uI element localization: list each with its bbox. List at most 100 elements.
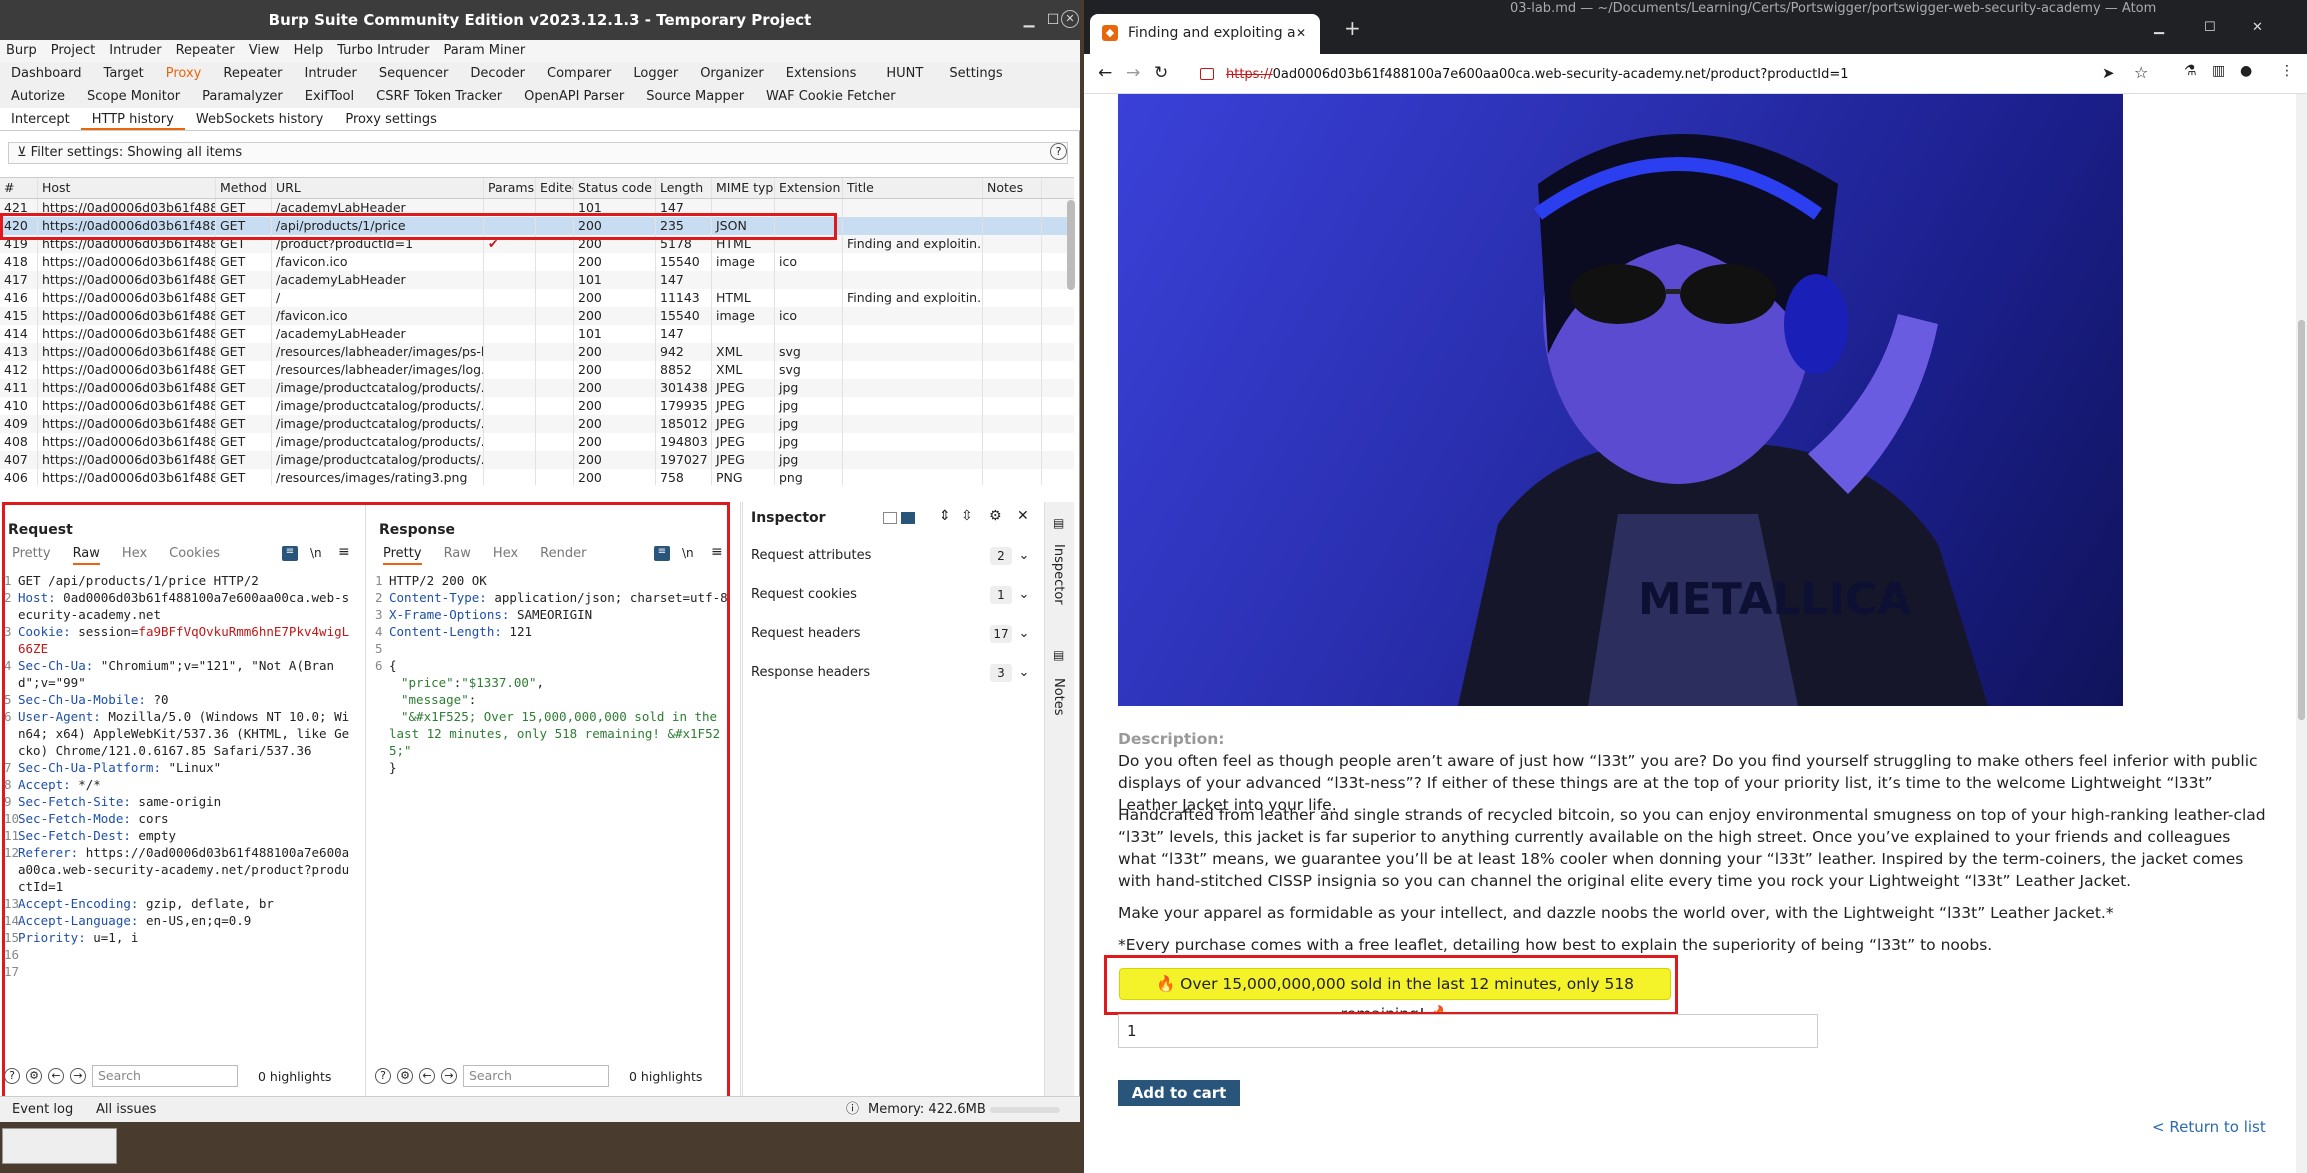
close-icon[interactable]: ✕ xyxy=(1061,10,1079,28)
desktop-thumbnail[interactable] xyxy=(2,1128,117,1164)
tab-decoder[interactable]: Decoder xyxy=(459,62,536,85)
table-row[interactable]: 418 https://0ad0006d03b61f488... GET/favic… xyxy=(0,253,1074,271)
table-row[interactable]: 417 https://0ad0006d03b61f488... GET/acade… xyxy=(0,271,1074,289)
minimize-icon[interactable]: ▁ xyxy=(2154,20,2164,35)
menu-item-project[interactable]: Project xyxy=(51,40,95,62)
close-icon[interactable]: ✕ xyxy=(2252,20,2263,35)
inspector-section[interactable]: Request cookies 1 ⌄ xyxy=(751,583,1036,607)
gear-icon[interactable]: ⚙ xyxy=(989,508,1002,524)
profile-icon[interactable]: ● xyxy=(2240,63,2252,79)
table-row[interactable]: 411 https://0ad0006d03b61f488... GET/image… xyxy=(0,379,1074,397)
tab-autorize[interactable]: Autorize xyxy=(0,85,76,108)
column-header[interactable]: Params xyxy=(484,178,536,198)
tab-repeater[interactable]: Repeater xyxy=(212,62,293,85)
inspector-section[interactable]: Response headers 3 ⌄ xyxy=(751,661,1036,685)
chevron-down-icon[interactable]: ⌄ xyxy=(1012,583,1036,607)
tab-exiftool[interactable]: ExifTool xyxy=(294,85,365,108)
kebab-menu-icon[interactable]: ⋮ xyxy=(2280,63,2294,79)
browser-scroll-thumb[interactable] xyxy=(2298,320,2305,720)
maximize-icon[interactable]: ☐ xyxy=(2204,20,2216,35)
menu-item-turbo-intruder[interactable]: Turbo Intruder xyxy=(337,40,429,62)
inspector-section[interactable]: Request headers 17 ⌄ xyxy=(751,622,1036,646)
history-scrollbar[interactable] xyxy=(1067,200,1075,290)
column-header[interactable]: URL xyxy=(272,178,484,198)
close-icon[interactable]: ✕ xyxy=(1017,508,1029,524)
tab-settings[interactable]: Settings xyxy=(938,62,1013,85)
help-icon[interactable]: ? xyxy=(1050,143,1067,160)
column-header[interactable]: # xyxy=(0,178,38,198)
column-header[interactable]: Length xyxy=(656,178,712,198)
tab-proxy[interactable]: Proxy xyxy=(155,62,213,85)
table-row[interactable]: 416 https://0ad0006d03b61f488... GET/ 200 11… xyxy=(0,289,1074,307)
table-row[interactable]: 407 https://0ad0006d03b61f488... GET/image… xyxy=(0,451,1074,469)
tab-target[interactable]: Target xyxy=(93,62,155,85)
menu-item-repeater[interactable]: Repeater xyxy=(176,40,235,62)
filter-bar[interactable]: ⊻ Filter settings: Showing all items xyxy=(8,142,1068,164)
expand-icon[interactable]: ⇕ xyxy=(939,508,951,524)
tab-logger[interactable]: Logger xyxy=(622,62,689,85)
menu-item-param-miner[interactable]: Param Miner xyxy=(443,40,525,62)
tab-extensions[interactable]: Extensions xyxy=(775,62,868,85)
back-arrow-icon[interactable]: ← xyxy=(1098,63,1112,83)
notes-side-tab[interactable]: Notes xyxy=(1051,678,1066,716)
tab-dashboard[interactable]: Dashboard xyxy=(0,62,93,85)
menu-item-intruder[interactable]: Intruder xyxy=(109,40,161,62)
table-row[interactable]: 412 https://0ad0006d03b61f488... GET/resou… xyxy=(0,361,1074,379)
subtab-http-history[interactable]: HTTP history xyxy=(80,108,185,130)
tab-csrf-token-tracker[interactable]: CSRF Token Tracker xyxy=(365,85,513,108)
subtab-intercept[interactable]: Intercept xyxy=(0,108,81,130)
inspector-layout-active-icon[interactable] xyxy=(901,512,915,524)
all-issues-link[interactable]: All issues xyxy=(96,1097,156,1123)
table-row[interactable]: 413 https://0ad0006d03b61f488... GET/resou… xyxy=(0,343,1074,361)
menu-item-help[interactable]: Help xyxy=(294,40,324,62)
column-header[interactable]: Status code xyxy=(574,178,656,198)
column-header[interactable]: Title xyxy=(843,178,983,198)
inspector-side-tab[interactable]: Inspector xyxy=(1051,544,1066,605)
chevron-down-icon[interactable]: ⌄ xyxy=(1012,622,1036,646)
collapse-icon[interactable]: ⇳ xyxy=(961,508,973,524)
address-bar[interactable]: https://0ad0006d03b61f488100a7e600aa00ca… xyxy=(1226,62,2206,88)
tab-hunt[interactable]: HUNT xyxy=(875,62,934,85)
column-header[interactable]: Method xyxy=(216,178,272,198)
subtab-proxy-settings[interactable]: Proxy settings xyxy=(334,108,448,130)
column-header[interactable]: Edited xyxy=(536,178,574,198)
minimize-icon[interactable]: ▁ xyxy=(1018,9,1040,31)
column-header[interactable]: Notes xyxy=(983,178,1042,198)
column-header[interactable]: Extension xyxy=(775,178,843,198)
quantity-input[interactable]: 1 xyxy=(1118,1014,1818,1048)
column-header[interactable]: Host xyxy=(38,178,216,198)
table-row[interactable]: 408 https://0ad0006d03b61f488... GET/image… xyxy=(0,433,1074,451)
tab-waf-cookie-fetcher[interactable]: WAF Cookie Fetcher xyxy=(755,85,907,108)
new-tab-icon[interactable]: + xyxy=(1344,16,1361,40)
event-log-link[interactable]: Event log xyxy=(12,1097,73,1123)
tab-intruder[interactable]: Intruder xyxy=(293,62,367,85)
menu-item-view[interactable]: View xyxy=(249,40,280,62)
reload-icon[interactable]: ↻ xyxy=(1154,63,1168,83)
add-to-cart-button[interactable]: Add to cart xyxy=(1118,1080,1240,1106)
tab-comparer[interactable]: Comparer xyxy=(536,62,622,85)
chevron-down-icon[interactable]: ⌄ xyxy=(1012,661,1036,685)
inspector-section[interactable]: Request attributes 2 ⌄ xyxy=(751,544,1036,568)
not-secure-icon[interactable] xyxy=(1200,68,1214,80)
subtab-websockets-history[interactable]: WebSockets history xyxy=(185,108,334,130)
tab-close-icon[interactable]: ✕ xyxy=(1296,14,1306,52)
column-header[interactable]: MIME type xyxy=(712,178,775,198)
tab-sequencer[interactable]: Sequencer xyxy=(368,62,459,85)
tab-organizer[interactable]: Organizer xyxy=(689,62,775,85)
table-row[interactable]: 406 https://0ad0006d03b61f488... GET/resou… xyxy=(0,469,1074,485)
table-row[interactable]: 410 https://0ad0006d03b61f488... GET/image… xyxy=(0,397,1074,415)
extension-icon[interactable]: ⚗ xyxy=(2184,63,2197,79)
browser-tab[interactable]: ◆ Finding and exploiting a ✕ xyxy=(1090,14,1320,54)
bookmark-star-icon[interactable]: ☆ xyxy=(2134,63,2148,82)
send-icon[interactable]: ➤ xyxy=(2102,64,2115,82)
menu-item-burp[interactable]: Burp xyxy=(6,40,37,62)
table-row[interactable]: 414 https://0ad0006d03b61f488... GET/acade… xyxy=(0,325,1074,343)
return-to-list-link[interactable]: < Return to list xyxy=(2152,1118,2266,1136)
table-row[interactable]: 409 https://0ad0006d03b61f488... GET/image… xyxy=(0,415,1074,433)
tab-source-mapper[interactable]: Source Mapper xyxy=(635,85,755,108)
tab-paramalyzer[interactable]: Paramalyzer xyxy=(191,85,294,108)
table-row[interactable]: 415 https://0ad0006d03b61f488... GET/favic… xyxy=(0,307,1074,325)
tab-scope-monitor[interactable]: Scope Monitor xyxy=(76,85,191,108)
inspector-layout-icon[interactable] xyxy=(883,512,897,524)
chevron-down-icon[interactable]: ⌄ xyxy=(1012,544,1036,568)
